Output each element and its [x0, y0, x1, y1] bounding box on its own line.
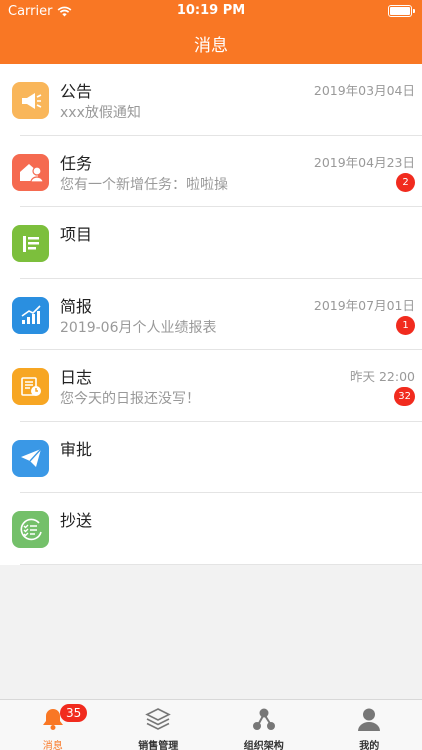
- item-title: 项目: [60, 225, 93, 244]
- item-date: 2019年03月04日: [313, 83, 415, 98]
- project-icon: [12, 225, 49, 262]
- message-item-announcement[interactable]: 公告 xxx放假通知 2019年03月04日: [0, 64, 422, 136]
- item-date: 2019年07月01日: [313, 297, 415, 313]
- task-icon: [12, 153, 49, 191]
- header-bar: Carrier 10:19 PM 消息: [0, 0, 422, 64]
- item-title: 简报: [60, 296, 93, 316]
- message-item-cc[interactable]: 抄送: [0, 493, 422, 565]
- tab-label: 组织架构: [243, 741, 284, 750]
- message-item-task[interactable]: 任务 您有一个新增任务：啦啦操 2019年04月23日 2: [0, 136, 422, 207]
- item-subtitle: 2019-06月个人业绩报表: [60, 319, 217, 336]
- message-item-report[interactable]: 简报 2019-06月个人业绩报表 2019年07月01日 1: [0, 279, 422, 350]
- tab-messages[interactable]: 35 消息: [0, 700, 106, 750]
- item-title: 任务: [60, 153, 93, 173]
- item-title: 日志: [60, 368, 93, 387]
- message-item-log[interactable]: 日志 您今天的日报还没写！ 昨天 22:00 32: [0, 350, 422, 422]
- unread-badge: 2: [396, 172, 415, 192]
- message-item-project[interactable]: 项目: [0, 207, 422, 279]
- tab-label: 我的: [359, 741, 380, 750]
- tab-profile[interactable]: 我的: [317, 700, 422, 750]
- unread-badge: 32: [394, 387, 415, 406]
- message-list: 公告 xxx放假通知 2019年03月04日 任务 您有一个新增任务：啦啦操 2…: [0, 64, 422, 565]
- item-title: 公告: [60, 82, 93, 101]
- tab-org[interactable]: 组织架构: [211, 700, 317, 750]
- message-item-approval[interactable]: 审批: [0, 422, 422, 493]
- page-title: 消息: [194, 36, 228, 56]
- unread-badge: 1: [396, 315, 415, 335]
- approval-send-icon: [12, 439, 49, 477]
- item-subtitle: 您有一个新增任务：啦啦操: [60, 176, 228, 193]
- item-subtitle: 您今天的日报还没写！: [60, 391, 200, 407]
- log-icon: [12, 368, 49, 405]
- item-title: 抄送: [60, 511, 93, 530]
- tab-badge: 35: [60, 704, 88, 722]
- tab-label: 消息: [42, 741, 63, 750]
- layers-icon: [145, 708, 172, 730]
- tab-label: 销售管理: [138, 741, 179, 750]
- clock: 10:19 PM: [176, 3, 246, 18]
- org-nodes-icon: [252, 708, 275, 730]
- report-chart-icon: [12, 296, 49, 334]
- status-bar: Carrier 10:19 PM: [0, 0, 422, 22]
- item-subtitle: xxx放假通知: [60, 105, 141, 121]
- divider: [20, 563, 422, 565]
- item-date: 昨天 22:00: [350, 369, 415, 384]
- announcement-icon: [12, 82, 49, 119]
- tab-bar: 35 消息 销售管理 组织架构 我的: [0, 699, 422, 750]
- cc-checklist-icon: [12, 511, 49, 548]
- item-date: 2019年04月23日: [313, 154, 415, 170]
- person-icon: [358, 708, 381, 731]
- tab-sales[interactable]: 销售管理: [106, 700, 212, 750]
- battery-icon: [388, 5, 415, 17]
- item-title: 审批: [60, 439, 93, 459]
